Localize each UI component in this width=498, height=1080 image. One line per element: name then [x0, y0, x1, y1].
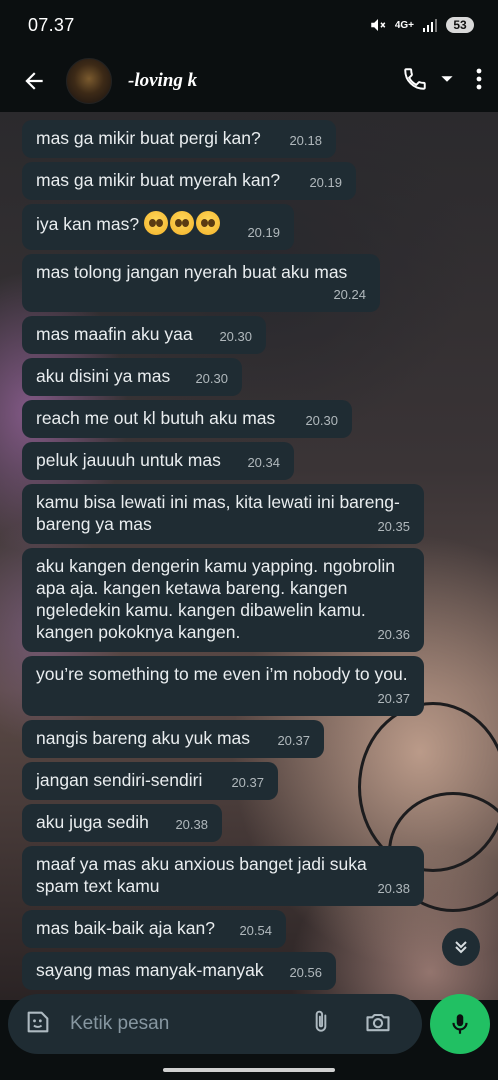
message-text: reach me out kl butuh aku mas — [36, 408, 276, 428]
home-gesture-pill[interactable] — [163, 1068, 335, 1072]
message-text: you’re something to me even i’m nobody t… — [36, 664, 408, 684]
message-composer: Ketik pesan — [8, 994, 422, 1054]
message-time: 20.38 — [175, 817, 208, 832]
scroll-to-bottom-button[interactable] — [442, 928, 480, 966]
paperclip-icon — [315, 1010, 327, 1032]
battery-indicator: 53 — [446, 17, 474, 33]
signal-icon — [423, 19, 437, 32]
sticker-icon — [27, 1011, 49, 1032]
avatar[interactable] — [66, 58, 112, 104]
message-bubble[interactable]: nangis bareng aku yuk mas 20.37 — [22, 720, 324, 758]
pleading-face-emoji — [195, 211, 220, 235]
double-chevron-down-icon — [455, 941, 467, 954]
pleading-face-emoji — [143, 211, 168, 235]
message-text: maaf ya mas aku anxious banget jadi suka… — [36, 854, 367, 896]
attach-button[interactable] — [308, 1009, 334, 1040]
message-time: 20.37 — [277, 733, 310, 748]
camera-icon — [366, 1013, 390, 1031]
message-bubble[interactable]: mas ga mikir buat myerah kan? 20.19 — [22, 162, 356, 200]
message-text: sayang mas manyak-manyak — [36, 960, 264, 980]
message-time: 20.34 — [247, 455, 280, 470]
phone-icon — [404, 67, 426, 90]
message-text: jangan sendiri-sendiri — [36, 770, 203, 790]
message-bubble[interactable]: kamu bisa lewati ini mas, kita lewati in… — [22, 484, 424, 544]
message-bubble[interactable]: mas maafin aku yaa 20.30 — [22, 316, 266, 354]
caret-down-icon — [441, 75, 453, 82]
call-options-dropdown[interactable] — [440, 72, 454, 91]
message-input[interactable]: Ketik pesan — [70, 1013, 308, 1035]
status-icons: 4G+ 53 — [369, 16, 474, 34]
back-button[interactable] — [14, 68, 54, 94]
message-list[interactable]: mas ga mikir buat pergi kan? 20.18 mas g… — [0, 112, 498, 1000]
message-time: 20.35 — [377, 519, 410, 534]
message-text: mas baik-baik aja kan? — [36, 918, 215, 938]
message-time: 20.19 — [247, 225, 280, 240]
message-time: 20.18 — [289, 133, 322, 148]
message-text: mas ga mikir buat myerah kan? — [36, 170, 281, 190]
composer-actions — [308, 1008, 392, 1041]
message-bubble[interactable]: mas ga mikir buat pergi kan? 20.18 — [22, 120, 336, 158]
message-text: peluk jauuuh untuk mas — [36, 450, 221, 470]
message-time: 20.36 — [377, 627, 410, 642]
message-bubble[interactable]: mas tolong jangan nyerah buat aku mas 20… — [22, 254, 380, 312]
more-vertical-icon — [476, 68, 482, 89]
message-bubble[interactable]: peluk jauuuh untuk mas 20.34 — [22, 442, 294, 480]
message-bubble[interactable]: reach me out kl butuh aku mas 20.30 — [22, 400, 352, 438]
message-bubble[interactable]: aku disini ya mas 20.30 — [22, 358, 242, 396]
more-options-button[interactable] — [476, 68, 482, 95]
message-time: 20.56 — [289, 965, 322, 980]
camera-button[interactable] — [364, 1008, 392, 1041]
microphone-icon — [452, 1014, 468, 1034]
message-text: nangis bareng aku yuk mas — [36, 728, 251, 748]
emoji-button[interactable] — [24, 1008, 52, 1041]
pleading-face-emoji — [169, 211, 194, 235]
message-bubble[interactable]: mas baik-baik aja kan? 20.54 — [22, 910, 286, 948]
arrow-left-icon — [25, 72, 43, 90]
status-time: 07.37 — [28, 14, 75, 35]
message-time: 20.30 — [219, 329, 252, 344]
mute-icon — [371, 19, 386, 31]
message-text: iya kan mas? — [36, 211, 222, 235]
message-time: 20.30 — [305, 413, 338, 428]
message-bubble[interactable]: maaf ya mas aku anxious banget jadi suka… — [22, 846, 424, 906]
message-bubble[interactable]: you’re something to me even i’m nobody t… — [22, 656, 424, 716]
message-bubble[interactable]: sayang mas manyak-manyak 20.56 — [22, 952, 336, 990]
message-time: 20.54 — [239, 923, 272, 938]
message-text: kamu bisa lewati ini mas, kita lewati in… — [36, 492, 400, 534]
message-text: aku kangen dengerin kamu yapping. ngobro… — [36, 556, 396, 642]
message-text: mas maafin aku yaa — [36, 324, 193, 344]
message-text: mas ga mikir buat pergi kan? — [36, 128, 261, 148]
message-time: 20.37 — [231, 775, 264, 790]
voice-message-button[interactable] — [430, 994, 490, 1054]
message-time: 20.24 — [333, 287, 366, 302]
message-time: 20.30 — [195, 371, 228, 386]
message-text: aku juga sedih — [36, 812, 149, 832]
voice-call-button[interactable] — [402, 66, 428, 97]
message-time: 20.19 — [309, 175, 342, 190]
message-text: aku disini ya mas — [36, 366, 171, 386]
message-time: 20.37 — [377, 691, 410, 706]
header-actions — [402, 66, 482, 97]
message-bubble[interactable]: aku kangen dengerin kamu yapping. ngobro… — [22, 548, 424, 652]
chat-header: -loving k — [0, 50, 498, 112]
status-bar: 07.37 4G+ 53 — [0, 0, 498, 50]
message-text: mas tolong jangan nyerah buat aku mas — [36, 262, 348, 282]
message-bubble[interactable]: iya kan mas? 20.19 — [22, 204, 294, 250]
network-type: 4G+ — [394, 19, 414, 31]
message-bubble[interactable]: aku juga sedih 20.38 — [22, 804, 222, 842]
message-time: 20.38 — [377, 881, 410, 896]
message-bubble[interactable]: jangan sendiri-sendiri 20.37 — [22, 762, 278, 800]
contact-name[interactable]: -loving k — [128, 70, 197, 92]
